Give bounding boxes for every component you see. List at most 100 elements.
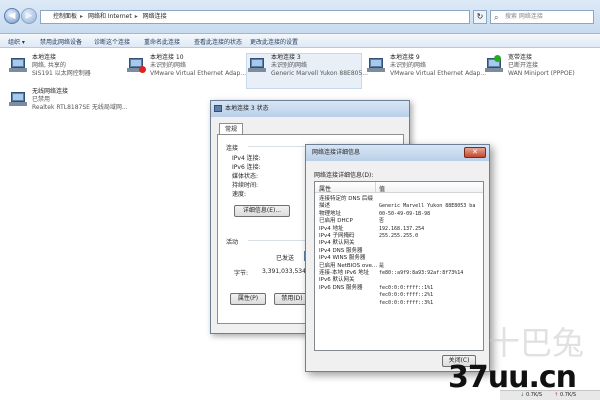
search-input[interactable]: ⌕ 搜索 网络连接	[490, 10, 594, 24]
details-dialog: 网络连接详细信息 ✕ 网络连接详细信息(D): 属性 值 连接特定的 DNS 后…	[305, 144, 490, 372]
bytes-sent-value: 3,391,033,534	[262, 268, 306, 275]
details-row-property: IPv4 子网掩码	[319, 233, 355, 239]
details-row-value: 否	[379, 218, 385, 225]
sent-label: 已发送	[276, 255, 295, 262]
column-header-value[interactable]: 值	[379, 184, 385, 193]
details-row-value: 00-50-49-09-1B-98	[379, 210, 431, 217]
details-row[interactable]: 连接特定的 DNS 后缀	[315, 196, 483, 203]
change-settings-button[interactable]: 更改此连接的设置	[250, 37, 298, 46]
organize-menu[interactable]: 组织 ▾	[8, 37, 25, 46]
media-state-label: 媒体状态:	[232, 173, 259, 180]
broadband-icon	[484, 55, 506, 74]
details-row-property: 描述	[319, 203, 331, 210]
details-row-value: Generic Marvell Yukon 88E8053 ba	[379, 203, 476, 210]
details-row[interactable]: IPv4 默认网关	[315, 240, 483, 247]
connection-device: SIS191 以太网控制器	[32, 70, 91, 77]
connection-local-3[interactable]: 本地连接 3 未识别的网络 Generic Marvell Yukon 88E8…	[246, 53, 368, 89]
upload-speed: 0.7K/S	[560, 392, 577, 398]
search-icon: ⌕	[494, 13, 499, 22]
connection-local[interactable]: 本地连接 网络, 共享的 SIS191 以太网控制器	[8, 54, 118, 90]
connection-broadband[interactable]: 宽带连接 已断开连接 WAN Miniport (PPPOE)	[484, 54, 596, 90]
back-arrow-icon[interactable]: ◀	[4, 8, 20, 24]
close-icon[interactable]: ✕	[464, 147, 486, 158]
connection-wireless[interactable]: 无线网络连接 已禁用 Realtek RTL8187SE 无线局域网...	[8, 88, 128, 124]
details-button[interactable]: 详细信息(E)...	[234, 205, 290, 217]
duration-label: 持续时间:	[232, 182, 259, 189]
details-row-value: fec0:0:0:ffff::2%1	[379, 292, 434, 299]
details-row-property: IPv4 默认网关	[319, 240, 355, 247]
details-row[interactable]: fec0:0:0:ffff::3%1	[315, 300, 483, 307]
details-row[interactable]: IPv4 子网掩码 255.255.255.0	[315, 233, 483, 240]
ipv6-connection-label: IPv6 连接:	[232, 164, 261, 171]
connection-device: VMware Virtual Ethernet Adap...	[390, 70, 487, 77]
details-row[interactable]: IPv4 地址 192.168.137.254	[315, 226, 483, 233]
connection-name: 无线网络连接	[32, 88, 69, 95]
disable-device-button[interactable]: 禁用此网络设备	[40, 37, 82, 46]
activity-group-label: 活动	[226, 239, 239, 246]
status-dialog-titlebar[interactable]: 本地连接 3 状态	[211, 101, 409, 117]
details-row[interactable]: 已启用 DHCP 否	[315, 218, 483, 225]
network-adapter-icon	[366, 56, 388, 74]
ipv4-connection-label: IPv4 连接:	[232, 155, 261, 162]
refresh-icon[interactable]: ↻	[473, 10, 487, 24]
connection-device: Realtek RTL8187SE 无线局域网...	[32, 104, 128, 111]
connection-group-label: 连接	[226, 145, 239, 152]
details-row[interactable]: IPv6 默认网关	[315, 277, 483, 284]
details-row[interactable]: 物理地址 00-50-49-09-1B-98	[315, 211, 483, 218]
details-row[interactable]: IPv4 WINS 服务器	[315, 255, 483, 262]
view-status-button[interactable]: 查看此连接的状态	[194, 37, 242, 46]
details-row-property: 已启用 DHCP	[319, 218, 353, 225]
speed-label: 速度:	[232, 191, 247, 198]
breadcrumb-network-internet[interactable]: 网络和 Internet	[88, 13, 132, 20]
details-list-header: 属性 值	[315, 182, 483, 193]
connection-status: 已禁用	[32, 96, 51, 103]
details-row-property: IPv4 地址	[319, 225, 344, 232]
details-row-value: fe80::a9f9:8a93:92af:8f73%14	[379, 270, 464, 276]
download-arrow-icon: ↓	[520, 392, 525, 398]
connection-name: 宽带连接	[508, 54, 533, 61]
status-dialog-title: 本地连接 3 状态	[225, 105, 269, 112]
breadcrumb-control-panel[interactable]: 控制面板	[53, 13, 77, 20]
details-dialog-titlebar[interactable]: 网络连接详细信息 ✕	[306, 145, 489, 161]
connection-local-9[interactable]: 本地连接 9 未识别的网络 VMware Virtual Ethernet Ad…	[366, 54, 486, 90]
network-adapter-icon	[247, 56, 269, 74]
details-row-value: 255.255.255.0	[379, 233, 419, 239]
details-row-value: fec0:0:0:ffff::3%1	[379, 299, 434, 306]
search-placeholder: 搜索 网络连接	[505, 13, 543, 20]
details-row-property: IPv6 DNS 服务器	[319, 284, 363, 291]
watermark-ghost-text: 十巴兔	[488, 324, 585, 362]
breadcrumb-separator-icon: ▸	[80, 13, 84, 20]
details-row-value: fec0:0:0:ffff::1%1	[379, 284, 434, 291]
details-row-property: IPv4 DNS 服务器	[319, 247, 363, 254]
connection-device: VMware Virtual Ethernet Adap...	[150, 70, 247, 77]
details-row[interactable]: IPv4 DNS 服务器	[315, 248, 483, 255]
details-row[interactable]: fec0:0:0:ffff::2%1	[315, 292, 483, 299]
details-row[interactable]: 连接-本地 IPv6 地址 fe80::a9f9:8a93:92af:8f73%1…	[315, 270, 483, 277]
connection-status: 未识别的网络	[390, 62, 427, 69]
details-row-property: 物理地址	[319, 210, 342, 217]
properties-button[interactable]: 属性(P)	[230, 293, 266, 305]
connection-name: 本地连接	[32, 54, 57, 61]
details-row-value: 是	[379, 262, 385, 269]
details-row-property: IPv4 WINS 服务器	[319, 255, 366, 262]
breadcrumb-separator-icon: ▸	[134, 13, 138, 20]
connection-status: 未识别的网络	[150, 62, 187, 69]
details-list[interactable]: 属性 值 连接特定的 DNS 后缀 描述 Generic Marvell Yukon…	[314, 181, 484, 351]
diagnose-connection-button[interactable]: 诊断这个连接	[94, 37, 130, 46]
details-row[interactable]: 已启用 NetBIOS ove... 是	[315, 263, 483, 270]
wireless-adapter-icon	[8, 90, 30, 108]
breadcrumb-network-connections[interactable]: 网络连接	[143, 13, 167, 20]
connection-status: 已断开连接	[508, 62, 539, 69]
details-row[interactable]: 描述 Generic Marvell Yukon 88E8053 ba	[315, 203, 483, 210]
column-header-property[interactable]: 属性	[319, 184, 331, 193]
rename-connection-button[interactable]: 重命名此连接	[144, 37, 180, 46]
connection-status: 网络, 共享的	[32, 62, 66, 69]
address-bar: ◀ ▶ 控制面板 ▸ 网络和 Internet ▸ 网络连接 ↻ ⌕ 搜索 网络连接	[0, 0, 600, 34]
connection-name: 本地连接 10	[150, 54, 184, 61]
forward-arrow-icon[interactable]: ▶	[21, 8, 37, 24]
address-field[interactable]: 控制面板 ▸ 网络和 Internet ▸ 网络连接	[40, 10, 470, 24]
connection-local-10[interactable]: 本地连接 10 未识别的网络 VMware Virtual Ethernet A…	[126, 54, 246, 90]
details-row[interactable]: IPv6 DNS 服务器 fec0:0:0:ffff::1%1	[315, 285, 483, 292]
details-row-property: 已启用 NetBIOS ove...	[319, 262, 378, 269]
connection-name: 本地连接 3	[271, 54, 301, 61]
